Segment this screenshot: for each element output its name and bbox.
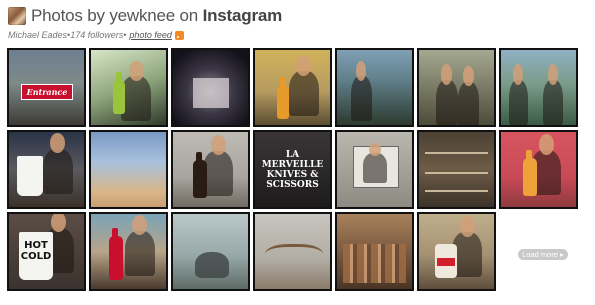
photo-tile[interactable] (253, 48, 332, 127)
photo-tile[interactable] (171, 48, 250, 127)
avatar[interactable] (8, 7, 26, 25)
page-title: Photos by yewknee on Instagram (31, 6, 282, 26)
photo-tile[interactable] (335, 130, 414, 209)
photo-tile[interactable] (417, 48, 496, 127)
photo-tile[interactable] (499, 48, 578, 127)
followers-count: 174 followers (70, 30, 124, 40)
rss-icon[interactable] (174, 30, 184, 40)
title-brand: Instagram (202, 6, 283, 25)
title-prefix: Photos by yewknee on (31, 6, 203, 25)
photo-tile[interactable] (89, 212, 168, 291)
photo-tile[interactable]: HOT COLD (7, 212, 86, 291)
profile-subline: Michael Eades • 174 followers • photo fe… (8, 30, 184, 40)
photo-tile[interactable] (7, 130, 86, 209)
photo-text: Entrance (21, 84, 73, 100)
photo-tile[interactable] (417, 130, 496, 209)
separator: • (123, 30, 127, 40)
photo-feed-link[interactable]: photo feed (129, 30, 172, 40)
photo-tile[interactable] (253, 212, 332, 291)
photo-tile[interactable] (89, 48, 168, 127)
photo-tile[interactable] (335, 212, 414, 291)
load-more-button[interactable]: Load more ▸ (518, 249, 568, 260)
photo-tile[interactable]: LA MERVEILLE KNIVES & SCISSORS (253, 130, 332, 209)
photo-tile[interactable] (335, 48, 414, 127)
page-header: Photos by yewknee on Instagram (8, 5, 282, 27)
photo-tile[interactable] (171, 212, 250, 291)
photo-text: LA MERVEILLE KNIVES & SCISSORS (261, 149, 324, 190)
photo-tile[interactable] (89, 130, 168, 209)
photo-tile[interactable] (499, 130, 578, 209)
photo-tile[interactable] (171, 130, 250, 209)
photo-text: HOT COLD (19, 232, 53, 280)
user-name: Michael Eades (8, 30, 68, 40)
photo-tile[interactable]: Entrance (7, 48, 86, 127)
photo-tile[interactable] (417, 212, 496, 291)
